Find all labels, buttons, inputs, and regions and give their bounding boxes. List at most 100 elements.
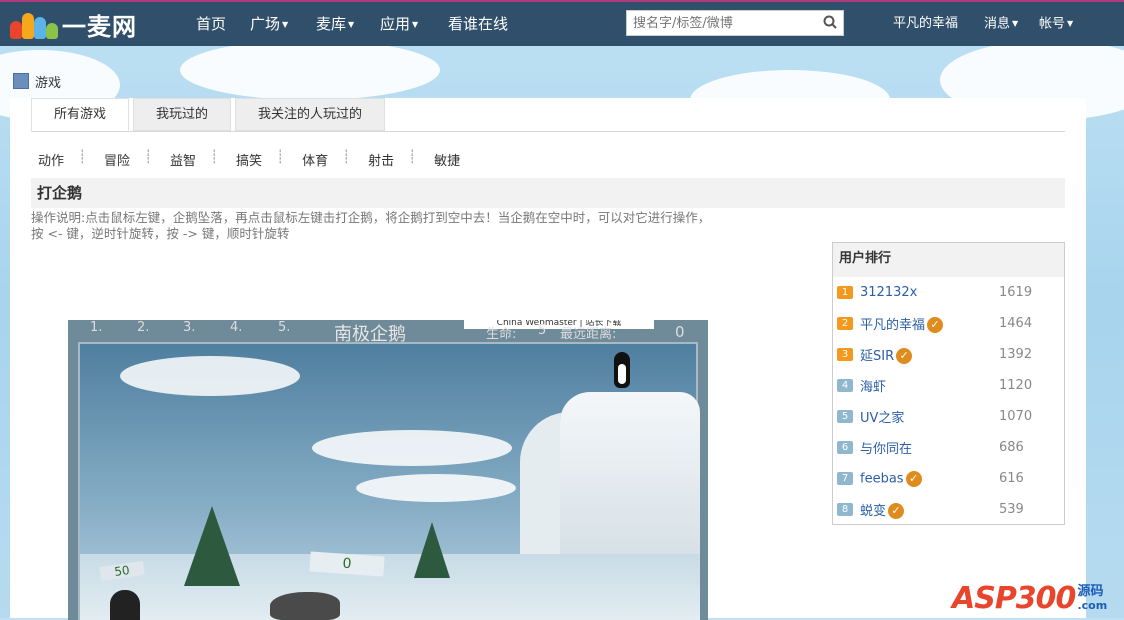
snow-ground — [80, 554, 700, 620]
chevron-down-icon: ▼ — [412, 19, 419, 29]
nav-who-online[interactable]: 看谁在线 — [448, 2, 508, 48]
background-cloud — [180, 40, 440, 100]
category-list: 动作 冒险 益智 搞笑 体育 射击 敏捷 — [38, 150, 500, 169]
hud-life-label: 生命: — [486, 327, 517, 342]
category-adventure[interactable]: 冒险 — [104, 150, 152, 169]
hud-score: 0 — [675, 323, 685, 341]
ranking-row: 4 海虾 1120 — [833, 370, 1064, 401]
chevron-down-icon: ▼ — [1012, 19, 1019, 28]
nav-account[interactable]: 帐号 ▼ — [1039, 2, 1073, 48]
top-navigation-bar: 一麦网 首页 广场▼ 麦库▼ 应用▼ 看谁在线 平凡的幸福 消息▼ 帐号▼ — [0, 0, 1124, 46]
rank-user-name[interactable]: UV之家 — [860, 407, 904, 426]
game-description: 操作说明:点击鼠标左键，企鹅坠落，再点击鼠标左键击打企鹅，将企鹅打到空中去！当企… — [31, 210, 711, 241]
rank-score: 539 — [999, 502, 1024, 517]
rank-number: 2 — [837, 317, 853, 330]
rank-number: 4 — [837, 379, 853, 392]
rank-score: 1464 — [999, 316, 1033, 331]
rank-score: 616 — [999, 471, 1024, 486]
nav-home[interactable]: 首页 — [196, 2, 226, 48]
verified-badge-icon: ✓ — [905, 470, 922, 487]
rank-user-name[interactable]: 312132x — [860, 285, 917, 300]
rank-score: 686 — [999, 440, 1024, 455]
hud-slot: 5. — [278, 320, 291, 335]
breadcrumb: 游戏 — [13, 72, 61, 91]
category-sports[interactable]: 体育 — [302, 150, 350, 169]
game-hud: 1. 2. 3. 4. 5. 南极企鹅 China Webmaster | 站长… — [68, 320, 708, 345]
watermark-logo: ASP300 源码 .com — [952, 566, 1107, 616]
ranking-row: 2 平凡的幸福 ✓ 1464 — [833, 308, 1064, 339]
ranking-row: 3 延SIR ✓ 1392 — [833, 339, 1064, 370]
game-icon — [13, 73, 29, 89]
nav-messages[interactable]: 消息 ▼ — [984, 2, 1018, 48]
ranking-row: 7 feebas ✓ 616 — [833, 463, 1064, 494]
rank-user-name[interactable]: 蜕变 ✓ — [860, 500, 905, 520]
search-box — [626, 10, 844, 36]
hud-slot: 4. — [230, 320, 243, 335]
game-cloud — [120, 356, 300, 396]
tree-icon — [414, 522, 450, 578]
ranking-row: 6 与你同在 686 — [833, 432, 1064, 463]
rank-number: 8 — [837, 503, 853, 516]
watermark-sub: 源码 .com — [1077, 584, 1108, 612]
rank-number: 1 — [837, 286, 853, 299]
tree-icon — [184, 506, 240, 586]
breadcrumb-label[interactable]: 游戏 — [35, 72, 61, 91]
watermark-text: ASP300 — [952, 581, 1076, 616]
logo-people-icon — [10, 9, 58, 39]
game-title: 打企鹅 — [31, 178, 1065, 208]
hud-slot: 2. — [137, 320, 150, 335]
category-funny[interactable]: 搞笑 — [236, 150, 284, 169]
tab-all-games[interactable]: 所有游戏 — [31, 98, 130, 131]
game-cloud — [312, 430, 512, 466]
verified-badge-icon: ✓ — [888, 503, 905, 520]
tab-divider — [31, 131, 1065, 132]
ranking-row: 1 312132x 1619 — [833, 277, 1064, 308]
category-agility[interactable]: 敏捷 — [434, 150, 482, 169]
rank-number: 3 — [837, 348, 853, 361]
rank-score: 1392 — [999, 347, 1033, 362]
rank-user-name[interactable]: 海虾 — [860, 376, 886, 395]
game-scene: 50 0 — [78, 342, 700, 620]
ranking-title: 用户排行 — [833, 243, 1064, 277]
penguin-icon — [110, 590, 140, 620]
rank-score: 1070 — [999, 409, 1033, 424]
category-shooting[interactable]: 射击 — [368, 150, 416, 169]
rank-score: 1619 — [999, 285, 1033, 300]
search-input[interactable] — [627, 11, 817, 35]
nav-square[interactable]: 广场 ▼ — [250, 2, 288, 48]
search-icon[interactable] — [823, 15, 837, 29]
category-puzzle[interactable]: 益智 — [170, 150, 218, 169]
nav-apps[interactable]: 应用 ▼ — [380, 2, 418, 48]
hud-slot: 1. — [90, 320, 103, 335]
category-action[interactable]: 动作 — [38, 150, 86, 169]
rank-user-name[interactable]: feebas ✓ — [860, 470, 922, 487]
game-cloud — [356, 474, 516, 502]
game-tabs: 所有游戏 我玩过的 我关注的人玩过的 — [31, 98, 389, 132]
chevron-down-icon: ▼ — [348, 19, 355, 29]
rank-user-name[interactable]: 平凡的幸福 ✓ — [860, 314, 944, 334]
nav-library[interactable]: 麦库 ▼ — [316, 2, 354, 48]
user-ranking-panel: 用户排行 1 312132x 1619 2 平凡的幸福 ✓ 1464 3 延SIR ✓ 1392 4 海… — [832, 242, 1065, 525]
hud-slot: 3. — [183, 320, 196, 335]
verified-badge-icon: ✓ — [896, 348, 913, 365]
site-logo[interactable]: 一麦网 — [10, 8, 137, 41]
hud-life-value: 5 — [538, 323, 547, 338]
verified-badge-icon: ✓ — [927, 317, 944, 334]
rank-user-name[interactable]: 延SIR ✓ — [860, 345, 913, 365]
rank-number: 5 — [837, 410, 853, 423]
chevron-down-icon: ▼ — [1067, 19, 1074, 28]
rank-score: 1120 — [999, 378, 1033, 393]
penguin-icon — [614, 352, 630, 388]
rank-number: 6 — [837, 441, 853, 454]
user-name-link[interactable]: 平凡的幸福 — [893, 2, 958, 48]
ranking-row: 5 UV之家 1070 — [833, 401, 1064, 432]
seal-icon — [270, 592, 340, 620]
ranking-row: 8 蜕变 ✓ 539 — [833, 494, 1064, 525]
chevron-down-icon: ▼ — [282, 19, 289, 29]
tab-my-played[interactable]: 我玩过的 — [133, 98, 232, 131]
rank-user-name[interactable]: 与你同在 — [860, 438, 912, 457]
hud-distance-label: 最远距离: — [560, 327, 617, 342]
tab-following-played[interactable]: 我关注的人玩过的 — [235, 98, 386, 131]
logo-text: 一麦网 — [62, 12, 137, 41]
game-canvas[interactable]: 1. 2. 3. 4. 5. 南极企鹅 China Webmaster | 站长… — [68, 320, 708, 620]
